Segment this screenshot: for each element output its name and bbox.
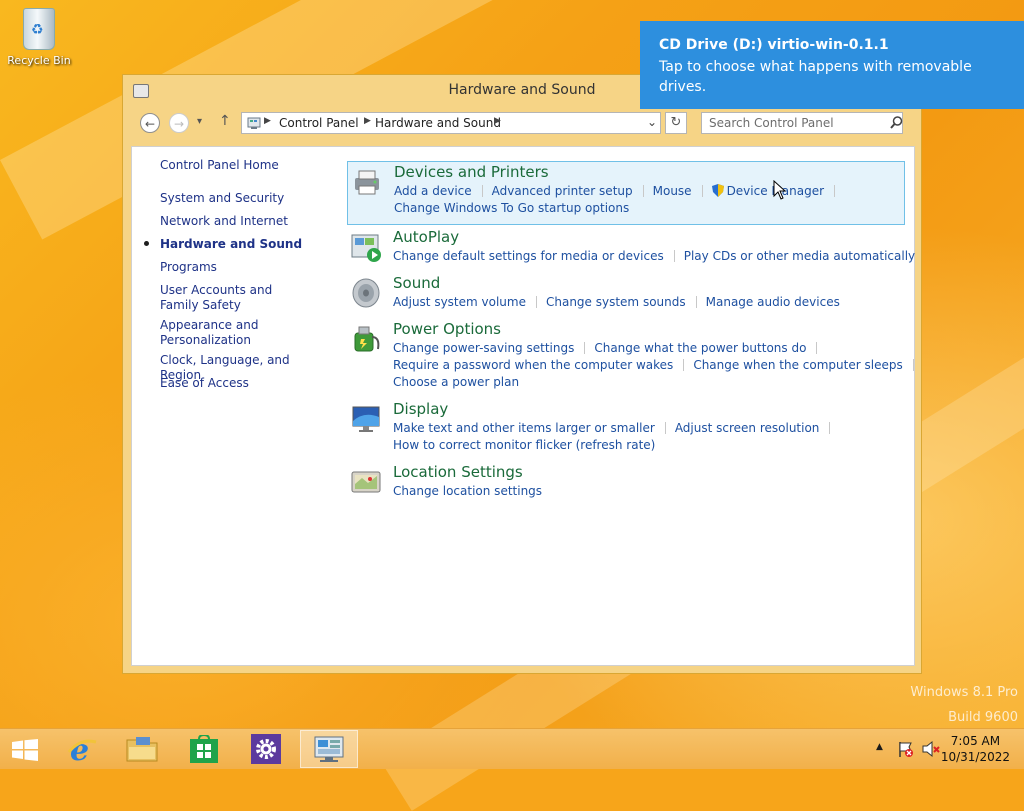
play-cds-automatically-link[interactable]: Play CDs or other media automatically bbox=[684, 249, 915, 263]
location-settings-heading[interactable]: Location Settings bbox=[393, 463, 523, 481]
manage-audio-devices-link[interactable]: Manage audio devices bbox=[706, 295, 840, 309]
windows-logo-icon bbox=[12, 739, 38, 761]
control-panel-window: Hardware and Sound ← → ▾ ↑ ▶ Control Pan… bbox=[122, 74, 922, 674]
clock-date: 10/31/2022 bbox=[940, 750, 1010, 764]
action-center-flag-icon[interactable] bbox=[897, 740, 915, 758]
windows-to-go-link[interactable]: Change Windows To Go startup options bbox=[394, 201, 629, 215]
autoplay-defaults-link[interactable]: Change default settings for media or dev… bbox=[393, 249, 664, 263]
uac-shield-icon bbox=[711, 184, 724, 197]
taskbar-store[interactable] bbox=[176, 730, 232, 768]
internet-explorer-icon: e bbox=[67, 734, 97, 764]
recycle-bin-shortcut[interactable]: Recycle Bin bbox=[6, 6, 72, 67]
autoplay-notification-toast[interactable]: CD Drive (D:) virtio-win-0.1.1 Tap to ch… bbox=[640, 21, 1024, 109]
nav-appearance[interactable]: Appearance and Personalization bbox=[160, 318, 270, 348]
gear-icon bbox=[251, 734, 281, 764]
nav-control-panel-home[interactable]: Control Panel Home bbox=[160, 158, 320, 173]
require-password-on-wake-link[interactable]: Require a password when the computer wak… bbox=[393, 358, 673, 372]
taskbar-internet-explorer[interactable]: e bbox=[54, 730, 110, 768]
breadcrumb-separator[interactable]: ▶ bbox=[364, 116, 371, 126]
recycle-bin-icon bbox=[23, 8, 55, 50]
devices-and-printers-heading[interactable]: Devices and Printers bbox=[394, 163, 549, 181]
nav-programs[interactable]: Programs bbox=[160, 260, 320, 275]
breadcrumb-separator[interactable]: ▶ bbox=[494, 116, 501, 126]
start-button[interactable] bbox=[0, 730, 50, 768]
location-settings-icon bbox=[351, 471, 381, 493]
display-icon bbox=[352, 406, 380, 432]
printer-icon bbox=[355, 170, 379, 195]
category-display: Display Make text and other items larger… bbox=[347, 399, 905, 457]
monitor-flicker-link[interactable]: How to correct monitor flicker (refresh … bbox=[393, 438, 655, 452]
folder-icon bbox=[126, 737, 158, 762]
current-page-bullet bbox=[144, 241, 149, 246]
autoplay-heading[interactable]: AutoPlay bbox=[393, 228, 459, 246]
refresh-button[interactable]: ↻ bbox=[665, 112, 687, 134]
category-devices-and-printers[interactable]: Devices and Printers Add a device Advance… bbox=[347, 161, 905, 225]
category-autoplay: AutoPlay Change default settings for med… bbox=[347, 227, 915, 269]
windows-build-watermark: Build 9600 bbox=[948, 710, 1018, 725]
nav-user-accounts[interactable]: User Accounts and Family Safety bbox=[160, 283, 310, 313]
control-panel-icon bbox=[314, 736, 344, 762]
volume-muted-icon[interactable] bbox=[922, 740, 940, 758]
change-system-sounds-link[interactable]: Change system sounds bbox=[546, 295, 686, 309]
taskbar-pc-settings[interactable] bbox=[238, 730, 294, 768]
nav-ease-of-access[interactable]: Ease of Access bbox=[160, 376, 320, 391]
nav-network-and-internet[interactable]: Network and Internet bbox=[160, 214, 320, 229]
search-input[interactable]: Search Control Panel bbox=[701, 112, 903, 134]
taskbar-file-explorer[interactable] bbox=[114, 730, 170, 768]
power-buttons-link[interactable]: Change what the power buttons do bbox=[594, 341, 806, 355]
recycle-bin-label: Recycle Bin bbox=[7, 54, 71, 67]
display-heading[interactable]: Display bbox=[393, 400, 448, 418]
content-pane: Control Panel Home System and Security N… bbox=[131, 146, 915, 666]
advanced-printer-setup-link[interactable]: Advanced printer setup bbox=[492, 184, 633, 198]
add-a-device-link[interactable]: Add a device bbox=[394, 184, 472, 198]
change-location-settings-link[interactable]: Change location settings bbox=[393, 484, 542, 498]
control-panel-address-icon bbox=[247, 117, 261, 129]
power-options-heading[interactable]: Power Options bbox=[393, 320, 501, 338]
toast-title: CD Drive (D:) virtio-win-0.1.1 bbox=[659, 37, 889, 53]
autoplay-icon bbox=[351, 234, 381, 262]
system-clock[interactable]: 7:05 AM 10/31/2022 bbox=[941, 733, 1010, 765]
nav-hardware-and-sound: Hardware and Sound bbox=[160, 237, 303, 251]
chevron-down-icon[interactable]: ⌄ bbox=[647, 115, 657, 129]
mouse-pointer-icon bbox=[773, 180, 787, 200]
clock-time: 7:05 AM bbox=[950, 734, 1001, 748]
taskbar: e ▲ 7:05 AM 10/31/2022 bbox=[0, 728, 1024, 769]
taskbar-control-panel[interactable] bbox=[300, 730, 358, 768]
computer-sleeps-link[interactable]: Change when the computer sleeps bbox=[693, 358, 902, 372]
power-options-icon bbox=[354, 326, 380, 352]
breadcrumb-separator[interactable]: ▶ bbox=[264, 116, 271, 126]
recent-locations-dropdown[interactable]: ▾ bbox=[197, 116, 202, 127]
back-button[interactable]: ← bbox=[140, 113, 160, 133]
category-location-settings: Location Settings Change location settin… bbox=[347, 462, 905, 504]
up-button[interactable]: ↑ bbox=[219, 113, 231, 129]
mouse-link[interactable]: Mouse bbox=[653, 184, 692, 198]
nav-system-and-security[interactable]: System and Security bbox=[160, 191, 320, 206]
breadcrumb-control-panel[interactable]: Control Panel bbox=[279, 116, 359, 130]
navigation-bar: ← → ▾ ↑ ▶ Control Panel ▶ Hardware and S… bbox=[131, 109, 913, 139]
adjust-system-volume-link[interactable]: Adjust system volume bbox=[393, 295, 526, 309]
store-icon bbox=[190, 735, 218, 763]
windows-version-watermark: Windows 8.1 Pro bbox=[910, 685, 1018, 700]
screen-resolution-link[interactable]: Adjust screen resolution bbox=[675, 421, 820, 435]
category-sound: Sound Adjust system volume Change system … bbox=[347, 273, 905, 315]
speaker-icon bbox=[352, 278, 380, 308]
breadcrumb-hardware-and-sound[interactable]: Hardware and Sound bbox=[375, 116, 501, 130]
category-power-options: Power Options Change power-saving settin… bbox=[347, 319, 914, 393]
choose-power-plan-link[interactable]: Choose a power plan bbox=[393, 375, 519, 389]
search-icon[interactable] bbox=[890, 116, 903, 132]
address-bar[interactable]: ▶ Control Panel ▶ Hardware and Sound ▶ ⌄ bbox=[241, 112, 661, 134]
power-saving-settings-link[interactable]: Change power-saving settings bbox=[393, 341, 574, 355]
show-hidden-icons-button[interactable]: ▲ bbox=[876, 742, 883, 752]
forward-button[interactable]: → bbox=[169, 113, 189, 133]
text-size-link[interactable]: Make text and other items larger or smal… bbox=[393, 421, 655, 435]
toast-message: Tap to choose what happens with removabl… bbox=[659, 59, 972, 95]
sound-heading[interactable]: Sound bbox=[393, 274, 440, 292]
